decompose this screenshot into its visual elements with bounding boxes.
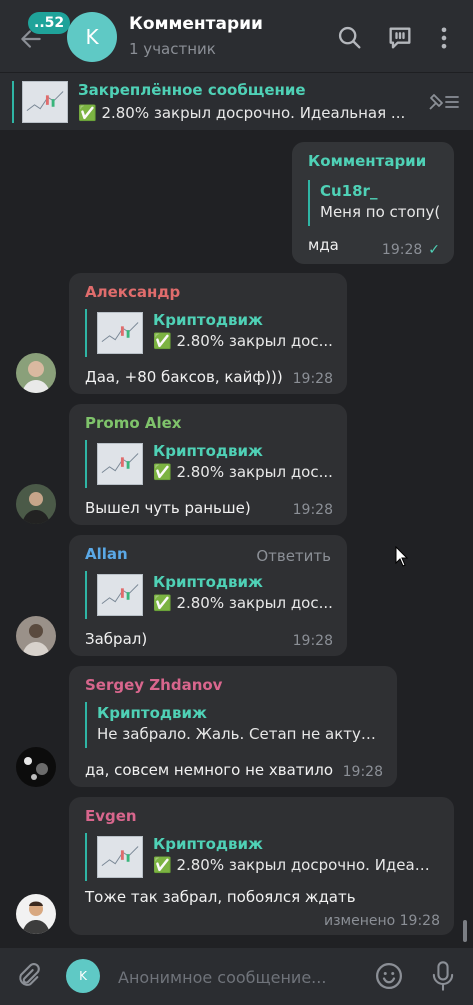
chat-header: ..52 K Комментарии 1 участник (0, 0, 473, 72)
quote-text: Меня по стопу( (320, 203, 441, 221)
quote-author: Криптодвиж (153, 311, 263, 329)
attach-icon[interactable] (14, 962, 42, 990)
message-input[interactable] (118, 965, 358, 989)
message-text: да, совсем немного не хватило (85, 761, 334, 779)
message-time: 19:28 (292, 371, 333, 387)
pinned-text: ✅ 2.80% закрыл досрочно. Идеальная ... (78, 104, 406, 122)
more-icon[interactable] (430, 24, 458, 52)
chat-title[interactable]: Комментарии (129, 14, 263, 34)
quote-text: ✅ 2.80% закрыл дос... (153, 463, 333, 481)
message-bubble[interactable]: Александр Криптодвиж ✅ 2.80% закрыл дос.… (69, 273, 347, 394)
message-time: 19:28 (292, 502, 333, 518)
pin-list-icon[interactable] (426, 89, 460, 115)
message-sender: Комментарии (308, 152, 427, 170)
quote-author: Криптодвиж (153, 835, 263, 853)
message-bubble[interactable]: Promo Alex Криптодвиж ✅ 2.80% закрыл дос… (69, 404, 347, 525)
message-time: 19:28 (292, 633, 333, 649)
avatar[interactable] (16, 616, 56, 656)
reply-quote[interactable]: Криптодвиж ✅ 2.80% закрыл дос... (85, 440, 333, 488)
message-composer: K (0, 948, 473, 1005)
comment-icon[interactable] (386, 24, 414, 52)
quote-author: Криптодвиж (153, 573, 263, 591)
mouse-cursor-icon (395, 546, 409, 567)
scrollbar[interactable] (463, 920, 467, 942)
message-sender[interactable]: Promo Alex (85, 414, 181, 432)
message-bubble[interactable]: Evgen Криптодвиж ✅ 2.80% закрыл досрочно… (69, 797, 454, 935)
time-value: 19:28 (381, 242, 423, 258)
avatar[interactable] (16, 747, 56, 787)
message-time: 19:28 (342, 764, 383, 780)
anonymous-avatar[interactable]: K (66, 959, 100, 993)
quote-thumbnail (97, 443, 143, 485)
message-bubble[interactable]: Sergey Zhdanov Криптодвиж Не забрало. Жа… (69, 666, 397, 787)
message-bubble[interactable]: Комментарии Cu18r_ Меня по стопу( мда 19… (292, 142, 454, 264)
chat-subtitle: 1 участник (129, 40, 216, 58)
reply-quote[interactable]: Криптодвиж ✅ 2.80% закрыл дос... (85, 571, 333, 619)
quote-text: ✅ 2.80% закрыл досрочно. Идеал... (153, 856, 436, 874)
search-icon[interactable] (336, 24, 364, 52)
reply-button[interactable]: Ответить (256, 547, 331, 565)
chat-avatar[interactable]: K (67, 12, 117, 62)
reply-quote[interactable]: Криптодвиж ✅ 2.80% закрыл досрочно. Идеа… (85, 833, 436, 881)
read-check-icon: ✓ (428, 242, 440, 258)
quote-author: Cu18r_ (320, 182, 378, 200)
message-bubble[interactable]: Allan Ответить Криптодвиж ✅ 2.80% закрыл… (69, 535, 347, 656)
pinned-message[interactable]: Закреплённое сообщение ✅ 2.80% закрыл до… (0, 72, 473, 130)
message-text: мда (308, 236, 339, 254)
quote-text: ✅ 2.80% закрыл дос... (153, 594, 333, 612)
reply-quote[interactable]: Криптодвиж ✅ 2.80% закрыл дос... (85, 309, 333, 357)
message-time: 19:28 ✓ (382, 242, 440, 258)
message-time: изменено 19:28 (324, 913, 440, 929)
quote-thumbnail (97, 836, 143, 878)
message-text: Забрал) (85, 630, 148, 648)
message-feed[interactable]: Комментарии Cu18r_ Меня по стопу( мда 19… (0, 130, 473, 948)
message-text: Вышел чуть раньше) (85, 499, 251, 517)
quote-author: Криптодвиж (153, 442, 263, 460)
reply-quote[interactable]: Криптодвиж Не забрало. Жаль. Сетап не ак… (85, 702, 383, 748)
message-sender[interactable]: Allan (85, 545, 128, 563)
message-text: Даа, +80 баксов, кайф))) (85, 368, 283, 386)
pinned-thumbnail (22, 81, 68, 123)
avatar[interactable] (16, 894, 56, 934)
quote-thumbnail (97, 574, 143, 616)
message-sender[interactable]: Evgen (85, 807, 137, 825)
avatar[interactable] (16, 353, 56, 393)
quote-thumbnail (97, 312, 143, 354)
pinned-indicator (12, 81, 14, 123)
quote-author: Криптодвиж (97, 704, 207, 722)
quote-text: Не забрало. Жаль. Сетап не актуал... (97, 725, 383, 743)
emoji-icon[interactable] (374, 961, 404, 991)
unread-badge[interactable]: ..52 (28, 12, 71, 34)
pinned-title: Закреплённое сообщение (78, 81, 306, 99)
quote-text: ✅ 2.80% закрыл дос... (153, 332, 333, 350)
mic-icon[interactable] (429, 960, 457, 992)
avatar[interactable] (16, 484, 56, 524)
message-text: Тоже так забрал, побоялся ждать (85, 888, 356, 906)
message-sender[interactable]: Александр (85, 283, 180, 301)
reply-quote[interactable]: Cu18r_ Меня по стопу( (308, 180, 440, 226)
message-sender[interactable]: Sergey Zhdanov (85, 676, 222, 694)
